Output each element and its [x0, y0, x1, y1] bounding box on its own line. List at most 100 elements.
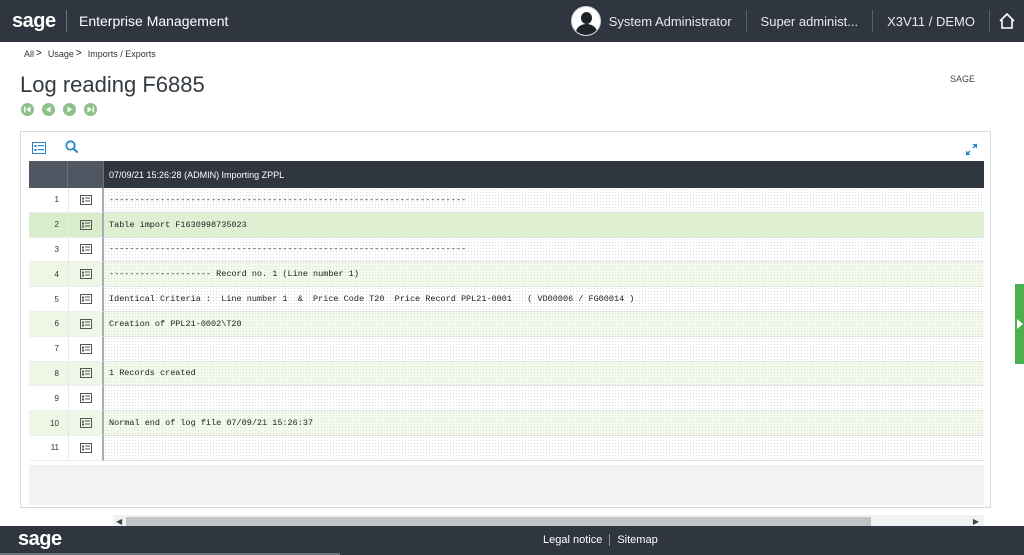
- list-view-button[interactable]: [32, 141, 46, 159]
- grid-empty-area: [29, 465, 984, 505]
- header-icon-column: [68, 161, 104, 188]
- row-number: 9: [29, 386, 68, 412]
- row-detail-icon: [79, 219, 92, 230]
- row-detail-button[interactable]: [68, 188, 104, 213]
- search-icon: [65, 140, 79, 154]
- row-detail-button[interactable]: [68, 386, 104, 412]
- scroll-right-icon[interactable]: ▶: [973, 517, 979, 526]
- expand-right-icon: [1017, 319, 1023, 329]
- row-detail-button[interactable]: [68, 237, 104, 263]
- side-panel-toggle[interactable]: [1015, 284, 1024, 364]
- log-line: [104, 435, 984, 461]
- footer-sage-logo: sage: [18, 528, 62, 550]
- user-name[interactable]: System Administrator: [609, 0, 746, 42]
- last-icon: [87, 106, 94, 113]
- home-icon: [999, 12, 1015, 29]
- table-row[interactable]: 8 1 Records created: [29, 361, 984, 387]
- row-detail-icon: [79, 368, 92, 379]
- table-row[interactable]: 2 Table import F1630998735023: [29, 212, 984, 238]
- log-line: 1 Records created: [104, 361, 984, 387]
- breadcrumb-usage[interactable]: Usage: [48, 49, 74, 59]
- row-number: 6: [29, 311, 68, 337]
- row-detail-icon: [79, 418, 92, 429]
- log-panel: 07/09/21 15:26:28 (ADMIN) Importing ZPPL…: [20, 131, 991, 528]
- fullscreen-button[interactable]: [965, 143, 978, 161]
- row-number: 8: [29, 361, 68, 387]
- table-row[interactable]: 5 Identical Criteria : Line number 1 & P…: [29, 287, 984, 312]
- row-number: 7: [29, 336, 68, 362]
- role-selector[interactable]: Super administ...: [747, 0, 873, 42]
- table-row[interactable]: 11: [29, 435, 984, 461]
- first-record-button[interactable]: [21, 103, 34, 116]
- row-detail-button[interactable]: [68, 336, 104, 362]
- next-record-button[interactable]: [63, 103, 76, 116]
- row-detail-button[interactable]: [68, 311, 104, 337]
- list-view-icon: [32, 142, 46, 154]
- last-record-button[interactable]: [84, 103, 97, 116]
- header-row-number-column: [29, 161, 68, 188]
- top-bar: sage Enterprise Management System Admini…: [0, 0, 1024, 42]
- log-line: Creation of PPL21-0002\T20: [104, 311, 984, 337]
- log-line: [104, 336, 984, 362]
- row-detail-button[interactable]: [68, 287, 104, 312]
- log-line: Table import F1630998735023: [104, 212, 984, 238]
- table-row[interactable]: 10 Normal end of log file 07/09/21 15:26…: [29, 411, 984, 436]
- home-button[interactable]: [990, 0, 1024, 42]
- row-number: 11: [29, 435, 68, 461]
- grid-header: 07/09/21 15:26:28 (ADMIN) Importing ZPPL: [29, 161, 984, 188]
- row-detail-button[interactable]: [68, 212, 104, 238]
- expand-icon: [965, 143, 978, 156]
- log-line: ----------------------------------------…: [104, 188, 984, 213]
- search-button[interactable]: [65, 140, 79, 159]
- row-detail-icon: [79, 318, 92, 329]
- legal-notice-link[interactable]: Legal notice: [543, 534, 602, 546]
- topbar-right: System Administrator Super administ... X…: [570, 0, 1024, 42]
- previous-record-button[interactable]: [42, 103, 55, 116]
- row-detail-icon: [79, 194, 92, 205]
- log-grid: 07/09/21 15:26:28 (ADMIN) Importing ZPPL…: [29, 161, 984, 528]
- app-title: Enterprise Management: [79, 13, 229, 29]
- row-detail-button[interactable]: [68, 411, 104, 436]
- row-number: 3: [29, 237, 68, 263]
- log-line: [104, 386, 984, 412]
- row-detail-button[interactable]: [68, 361, 104, 387]
- row-detail-icon: [79, 343, 92, 354]
- table-row[interactable]: 9: [29, 386, 984, 412]
- previous-icon: [46, 106, 51, 113]
- row-detail-icon: [79, 393, 92, 404]
- scroll-left-icon[interactable]: ◀: [116, 517, 122, 526]
- log-line: -------------------- Record no. 1 (Line …: [104, 262, 984, 288]
- table-row[interactable]: 6 Creation of PPL21-0002\T20: [29, 311, 984, 337]
- first-icon: [24, 106, 31, 113]
- grid-body: 1 --------------------------------------…: [29, 188, 984, 461]
- folder-selector[interactable]: X3V11 / DEMO: [873, 0, 989, 42]
- row-detail-icon: [79, 269, 92, 280]
- row-number: 5: [29, 287, 68, 312]
- breadcrumb-separator: >: [36, 48, 42, 59]
- next-icon: [67, 106, 72, 113]
- row-detail-icon: [79, 294, 92, 305]
- table-row[interactable]: 4 -------------------- Record no. 1 (Lin…: [29, 262, 984, 288]
- row-detail-button[interactable]: [68, 262, 104, 288]
- row-detail-button[interactable]: [68, 435, 104, 461]
- row-number: 1: [29, 188, 68, 213]
- avatar[interactable]: [570, 6, 601, 36]
- record-navigation: [21, 103, 105, 116]
- scrollbar-thumb[interactable]: [126, 517, 871, 526]
- panel-toolbar: [21, 132, 990, 162]
- breadcrumb-separator: >: [75, 48, 82, 59]
- footer: sage Legal notice Sitemap: [0, 526, 1024, 555]
- row-detail-icon: [79, 442, 92, 453]
- table-row[interactable]: 7: [29, 336, 984, 362]
- table-row[interactable]: 3 --------------------------------------…: [29, 237, 984, 263]
- table-row[interactable]: 1 --------------------------------------…: [29, 188, 984, 213]
- log-line: ----------------------------------------…: [104, 237, 984, 263]
- breadcrumb-all[interactable]: All: [24, 49, 34, 59]
- sage-logo[interactable]: sage: [0, 10, 66, 33]
- breadcrumb-imports-exports[interactable]: Imports / Exports: [88, 49, 156, 59]
- footer-links: Legal notice Sitemap: [543, 534, 658, 546]
- row-detail-icon: [79, 244, 92, 255]
- breadcrumb: All > Usage > Imports / Exports: [24, 48, 158, 59]
- row-number: 10: [29, 411, 68, 436]
- sitemap-link[interactable]: Sitemap: [617, 534, 657, 546]
